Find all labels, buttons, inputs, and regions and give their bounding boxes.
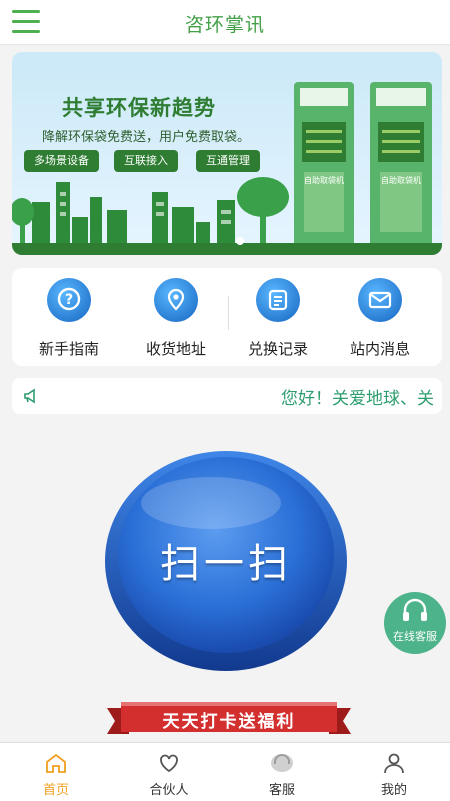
- banner-headline: 共享环保新趋势: [62, 96, 216, 120]
- heart-icon: [113, 751, 225, 775]
- quick-item-label: 新手指南: [38, 340, 99, 358]
- scan-button[interactable]: 扫一扫: [103, 443, 349, 673]
- quick-item-label: 兑换记录: [247, 340, 308, 358]
- machine-label-right: 自助取袋机: [381, 176, 421, 185]
- quick-item-guide[interactable]: ? 新手指南: [15, 278, 123, 359]
- notice-text: 您好！关爱地球、关: [281, 389, 434, 409]
- record-list-icon: [256, 278, 300, 322]
- home-icon: [0, 751, 112, 775]
- tab-label: 合伙人: [149, 783, 189, 798]
- help-icon: ?: [47, 278, 91, 322]
- quick-menu: ? 新手指南 收货地址 兑换记录 站内消息: [12, 268, 442, 366]
- promo-banner[interactable]: 自助取袋机 自助取袋机 共享环保新趋势 降解环保袋免费送，用户免费取袋。 多场景…: [12, 52, 442, 255]
- tab-home[interactable]: 首页: [0, 751, 112, 798]
- page-title: 咨环掌讯: [184, 14, 265, 36]
- mail-icon: [358, 278, 402, 322]
- user-icon: [338, 751, 450, 775]
- tab-label: 首页: [42, 783, 69, 798]
- checkin-ribbon-text: 天天打卡送福利: [162, 712, 296, 732]
- tab-label: 我的: [380, 783, 407, 798]
- banner-subline: 降解环保袋免费送，用户免费取袋。: [42, 130, 251, 145]
- megaphone-icon: [24, 388, 35, 404]
- tab-service[interactable]: 客服: [226, 751, 338, 798]
- top-bar: 咨环掌讯: [0, 0, 450, 45]
- svg-text:?: ?: [65, 292, 73, 308]
- location-pin-icon: [154, 278, 198, 322]
- banner-tag-multi-scene: 多场景设备: [24, 150, 99, 172]
- machine-label-left: 自助取袋机: [304, 176, 344, 185]
- bottom-tab-bar: 首页 合伙人 客服 我的: [0, 742, 450, 801]
- quick-item-label: 收货地址: [145, 340, 206, 358]
- quick-item-address[interactable]: 收货地址: [122, 278, 230, 359]
- banner-ground: [12, 243, 442, 255]
- checkin-ribbon[interactable]: 天天打卡送福利: [107, 700, 351, 740]
- banner-tag-interconnect: 互联接入: [114, 150, 178, 172]
- headset-icon: [403, 598, 427, 621]
- notice-bar[interactable]: 您好！关爱地球、关: [12, 378, 442, 414]
- quick-item-records[interactable]: 兑换记录: [224, 278, 332, 359]
- carousel-indicator-dot[interactable]: [236, 237, 244, 245]
- tab-partner[interactable]: 合伙人: [113, 751, 225, 798]
- quick-item-messages[interactable]: 站内消息: [326, 278, 434, 359]
- tab-label: 客服: [268, 783, 295, 798]
- online-service-label: 在线客服: [393, 630, 437, 643]
- quick-item-label: 站内消息: [349, 340, 410, 358]
- online-service-button[interactable]: 在线客服: [384, 592, 446, 654]
- banner-tag-management: 互通管理: [196, 150, 260, 172]
- tab-mine[interactable]: 我的: [338, 751, 450, 798]
- headset-icon: [226, 751, 338, 775]
- scan-button-label: 扫一扫: [160, 541, 292, 587]
